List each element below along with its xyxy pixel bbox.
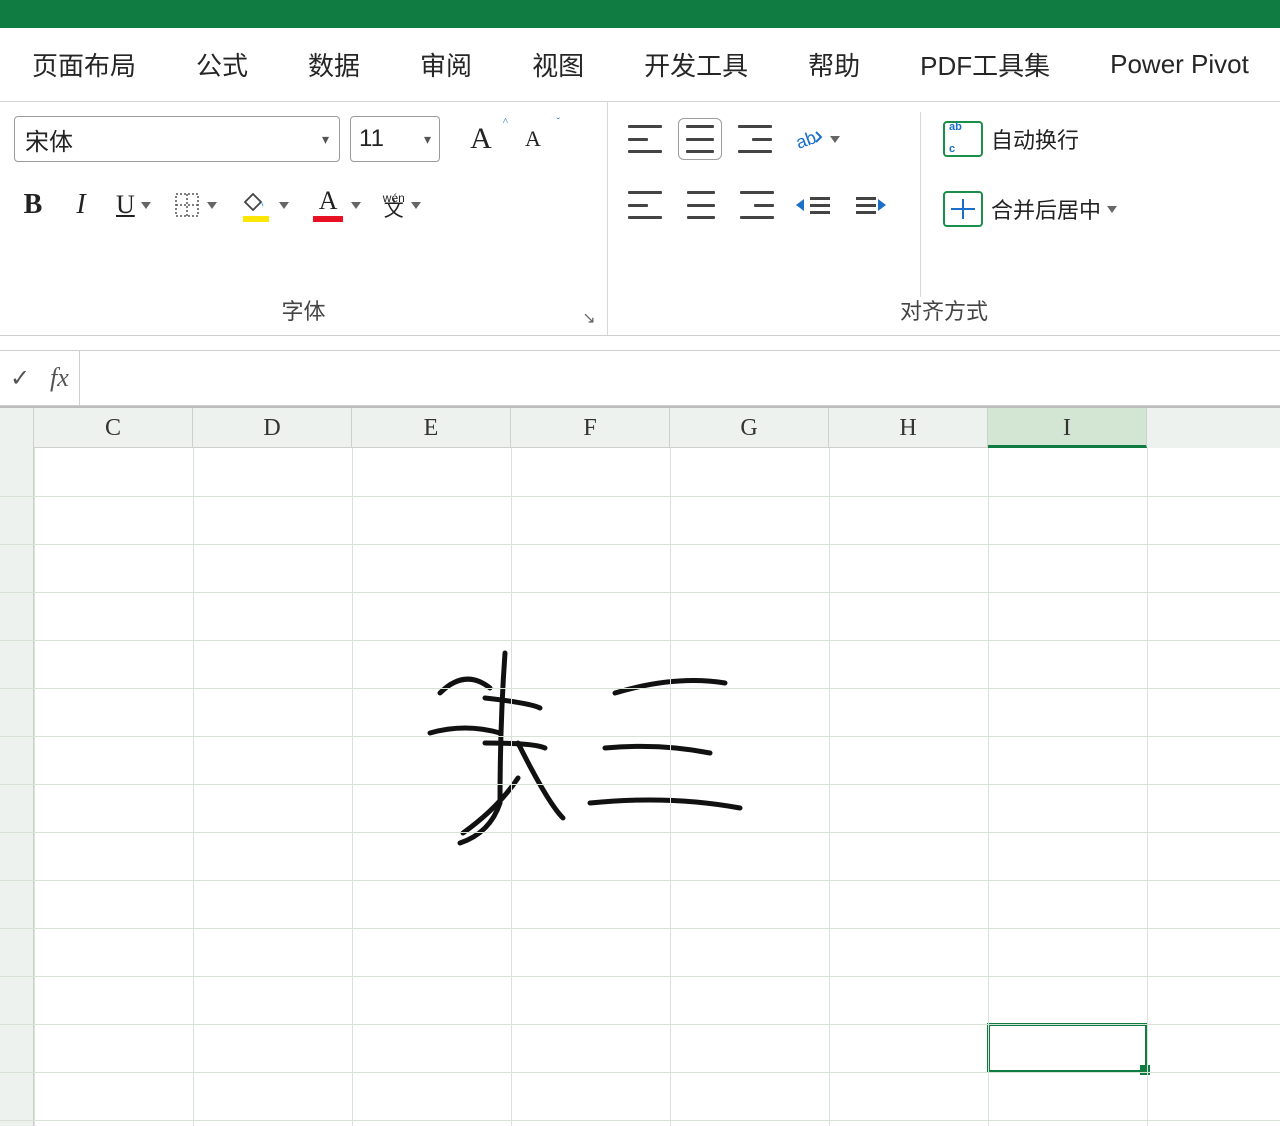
- column-header-G[interactable]: G: [670, 408, 829, 448]
- formula-input[interactable]: [79, 351, 1280, 405]
- svg-text:ab: ab: [794, 127, 819, 152]
- merge-center-icon: [943, 191, 983, 227]
- wrap-text-button[interactable]: 自动换行: [943, 112, 1117, 166]
- grid-cells[interactable]: [0, 448, 1280, 1126]
- ribbon-group-font: 宋体 ▾ 11 ▾ A^ Aˇ B I U: [0, 102, 608, 335]
- formula-bar: ✓ fx: [0, 350, 1280, 406]
- font-name-value: 宋体: [25, 122, 73, 157]
- tab-pdf-tools[interactable]: PDF工具集: [890, 46, 1080, 83]
- border-icon: [173, 191, 201, 219]
- signature-image: [390, 638, 760, 858]
- select-all-corner[interactable]: [0, 408, 34, 448]
- align-top-button[interactable]: [622, 118, 668, 160]
- chevron-down-icon: ▾: [322, 131, 329, 148]
- tab-data[interactable]: 数据: [278, 46, 390, 83]
- align-middle-button[interactable]: [678, 118, 722, 160]
- wrap-text-icon: [943, 121, 983, 157]
- ribbon-group-alignment: ab 自动换行 合并后居中: [608, 102, 1280, 335]
- decrease-indent-button[interactable]: [790, 184, 836, 226]
- increase-font-size-button[interactable]: A^: [462, 118, 500, 160]
- underline-button[interactable]: U: [110, 184, 157, 226]
- font-size-value: 11: [359, 125, 384, 153]
- phonetic-icon: wén文: [383, 192, 405, 218]
- font-size-select[interactable]: 11 ▾: [350, 116, 440, 162]
- font-name-select[interactable]: 宋体 ▾: [14, 116, 340, 162]
- chevron-down-icon: ▾: [424, 131, 431, 148]
- decrease-indent-icon: [796, 191, 830, 219]
- group-label-alignment: 对齐方式: [900, 299, 988, 324]
- increase-indent-button[interactable]: [846, 184, 892, 226]
- font-color-button[interactable]: A: [305, 184, 367, 226]
- menu-tab-bar: 页面布局 公式 数据 审阅 视图 开发工具 帮助 PDF工具集 Power Pi…: [0, 28, 1280, 102]
- font-color-icon: A: [311, 188, 345, 222]
- align-left-button[interactable]: [622, 184, 668, 226]
- column-headers: C D E F G H I: [0, 408, 1280, 448]
- align-center-icon: [684, 191, 718, 219]
- tab-help[interactable]: 帮助: [778, 46, 890, 83]
- align-left-icon: [628, 191, 662, 219]
- tab-page-layout[interactable]: 页面布局: [2, 46, 166, 83]
- align-bottom-icon: [738, 125, 772, 153]
- column-header-C[interactable]: C: [34, 408, 193, 448]
- ribbon: 宋体 ▾ 11 ▾ A^ Aˇ B I U: [0, 102, 1280, 336]
- orientation-icon: ab: [794, 126, 824, 152]
- italic-button[interactable]: I: [62, 184, 100, 226]
- column-header-H[interactable]: H: [829, 408, 988, 448]
- wrap-text-label: 自动换行: [991, 123, 1079, 155]
- font-dialog-launcher[interactable]: ↘: [579, 309, 599, 329]
- bold-button[interactable]: B: [14, 184, 52, 226]
- increase-indent-icon: [852, 191, 886, 219]
- align-right-button[interactable]: [734, 184, 780, 226]
- align-top-icon: [628, 125, 662, 153]
- tab-formulas[interactable]: 公式: [166, 46, 278, 83]
- decrease-font-size-button[interactable]: Aˇ: [514, 118, 552, 160]
- paint-bucket-icon: [239, 188, 273, 222]
- group-label-font: 字体: [281, 299, 325, 324]
- tab-review[interactable]: 审阅: [390, 46, 502, 83]
- selected-cell[interactable]: [987, 1023, 1148, 1073]
- column-header-E[interactable]: E: [352, 408, 511, 448]
- tab-power-pivot[interactable]: Power Pivot: [1080, 49, 1279, 80]
- column-header-F[interactable]: F: [511, 408, 670, 448]
- tab-view[interactable]: 视图: [502, 46, 614, 83]
- fill-color-button[interactable]: [233, 184, 295, 226]
- align-middle-icon: [683, 125, 717, 153]
- fx-icon[interactable]: fx: [40, 363, 79, 393]
- align-right-icon: [740, 191, 774, 219]
- align-bottom-button[interactable]: [732, 118, 778, 160]
- align-center-button[interactable]: [678, 184, 724, 226]
- formula-accept-button[interactable]: ✓: [0, 364, 40, 393]
- merge-center-button[interactable]: 合并后居中: [943, 182, 1117, 236]
- border-button[interactable]: [167, 184, 223, 226]
- spreadsheet-grid[interactable]: C D E F G H I: [0, 406, 1280, 1126]
- merge-center-label: 合并后居中: [991, 193, 1101, 225]
- phonetic-guide-button[interactable]: wén文: [377, 184, 427, 226]
- column-header-D[interactable]: D: [193, 408, 352, 448]
- tab-developer[interactable]: 开发工具: [614, 46, 778, 83]
- title-bar: [0, 0, 1280, 28]
- orientation-button[interactable]: ab: [788, 118, 846, 160]
- column-header-I[interactable]: I: [988, 408, 1147, 448]
